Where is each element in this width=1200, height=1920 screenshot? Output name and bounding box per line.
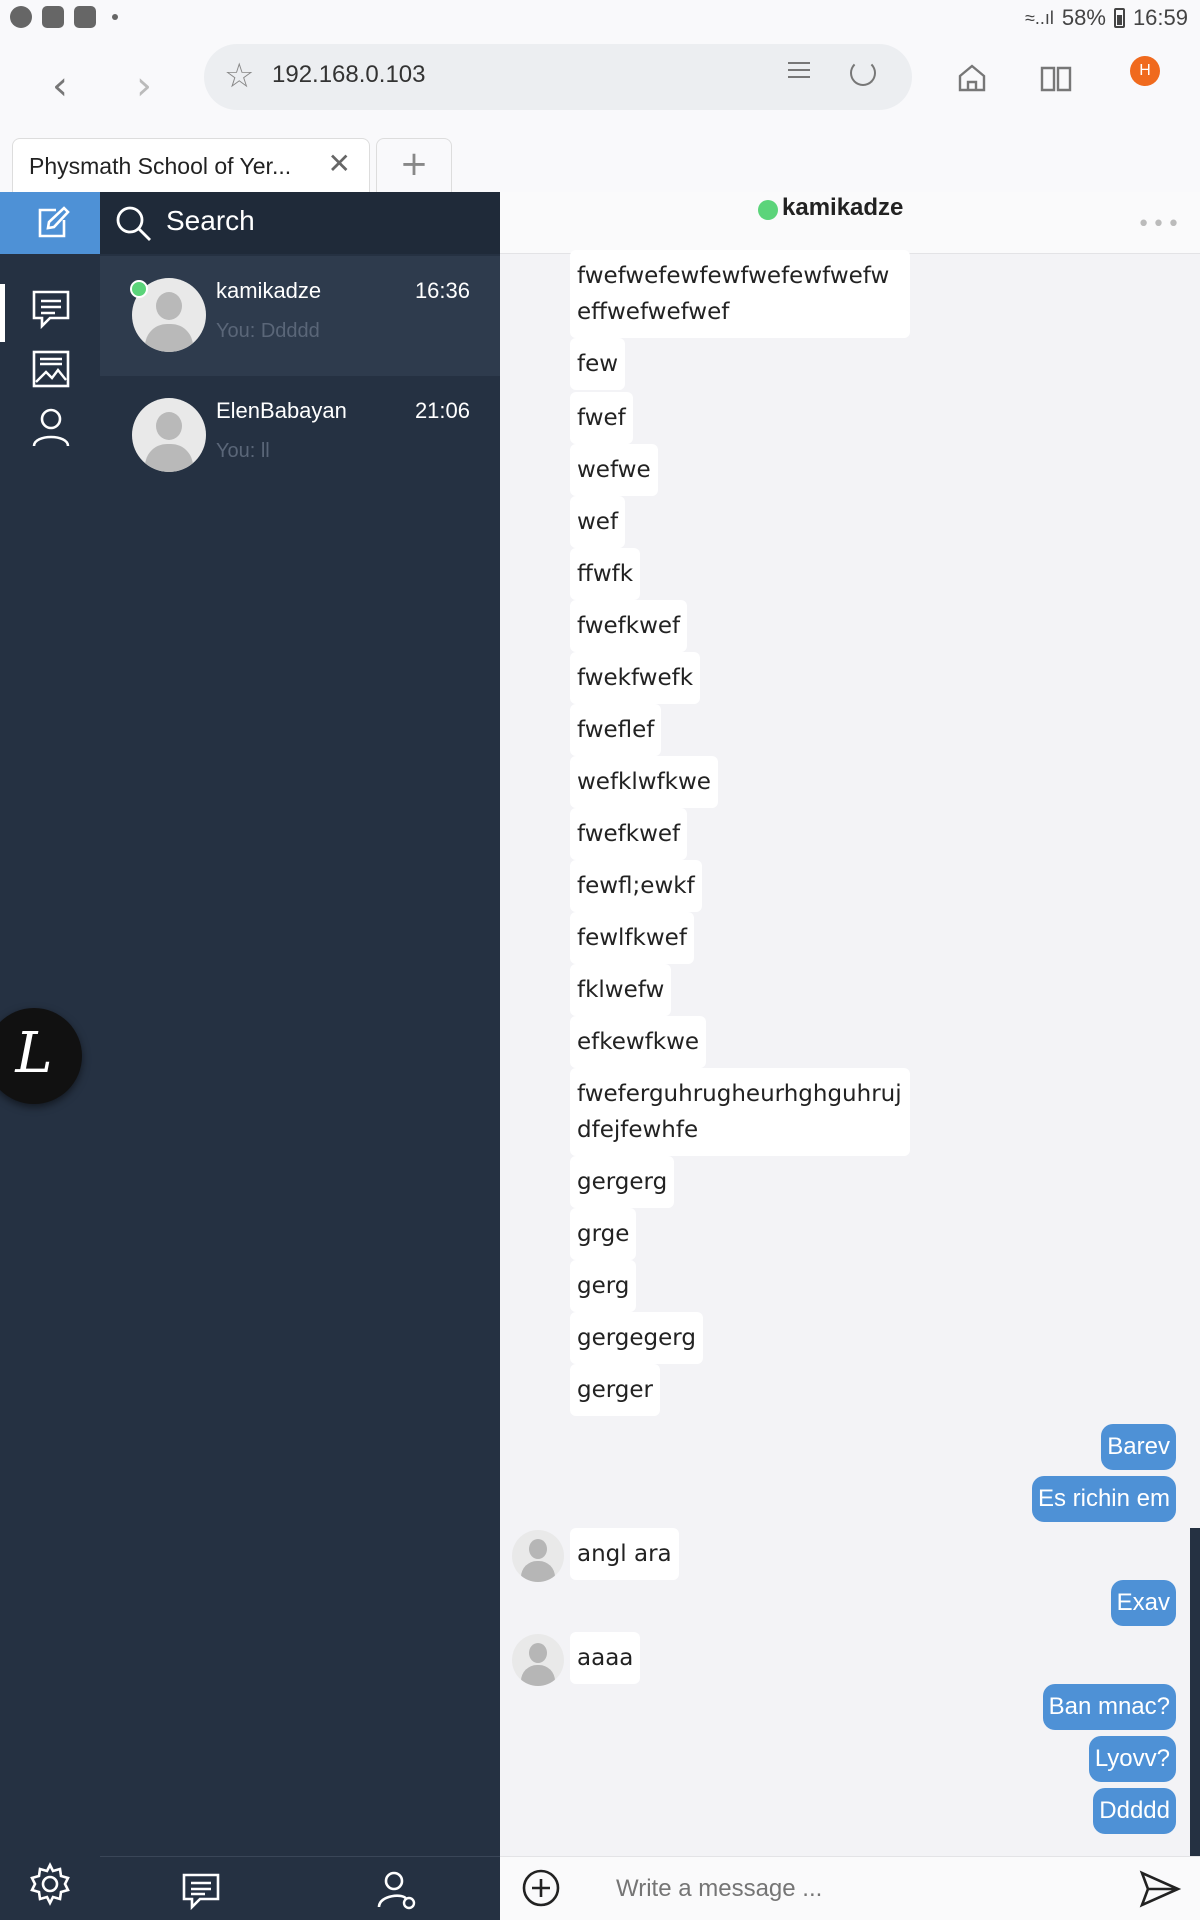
chats-icon[interactable]: [30, 288, 72, 330]
search-field[interactable]: Search: [100, 192, 500, 254]
incoming-message: gerger: [570, 1364, 661, 1416]
messenger-icon: [10, 6, 32, 28]
battery-icon: [1113, 8, 1125, 28]
incoming-message: gergegerg: [570, 1312, 703, 1364]
profile-icon[interactable]: H: [1130, 56, 1160, 86]
compose-icon: [38, 206, 70, 238]
incoming-message: few: [570, 338, 626, 390]
search-label: Search: [166, 205, 255, 236]
url-text[interactable]: 192.168.0.103: [272, 61, 425, 89]
wifi-signal-icon: ≈..ıl: [1025, 7, 1054, 28]
incoming-message: fewfl;ewkf: [570, 860, 702, 912]
last-message-preview: You: ll: [216, 440, 270, 462]
incoming-message: wefklwfkwe: [570, 756, 718, 808]
floating-app-launcher[interactable]: L: [0, 1008, 82, 1104]
clock: 16:59: [1132, 5, 1188, 30]
incoming-message: fwef: [570, 392, 633, 444]
incoming-message: gergerg: [570, 1156, 675, 1208]
incoming-message: fwefkwef: [570, 600, 688, 652]
reload-icon[interactable]: [850, 60, 876, 86]
incoming-message: aaaa: [570, 1632, 641, 1684]
outgoing-message: Es richin em: [1031, 1476, 1176, 1522]
gallery-icon: [42, 6, 64, 28]
scrollbar[interactable]: [1190, 1528, 1200, 1858]
outgoing-message: Exav: [1110, 1580, 1176, 1626]
online-status-dot: [758, 200, 778, 220]
compose-button[interactable]: [0, 192, 100, 254]
tab-title[interactable]: Physmath School of Yer...: [29, 153, 291, 180]
incoming-message: fwekfwefk: [570, 652, 701, 704]
last-message-time: 16:36: [414, 278, 470, 303]
incoming-message: fwefkwef: [570, 808, 688, 860]
browser-tab[interactable]: Physmath School of Yer... ✕: [12, 138, 370, 192]
incoming-message: angl ara: [570, 1528, 679, 1580]
bookmarks-icon[interactable]: [1036, 58, 1076, 98]
address-bar[interactable]: ☆ 192.168.0.103: [204, 44, 912, 110]
status-bar: ≈..ıl 58% 16:59: [0, 0, 1200, 38]
incoming-message: wef: [570, 496, 626, 548]
more-notifications-icon: [112, 14, 118, 20]
youtube-icon: [74, 6, 96, 28]
tab-strip: Physmath School of Yer... ✕ +: [0, 134, 1200, 192]
more-options-icon[interactable]: •••: [1137, 212, 1182, 237]
settings-gear-icon[interactable]: [28, 1862, 72, 1906]
outgoing-message: Ddddd: [1093, 1788, 1176, 1834]
back-icon[interactable]: ‹: [32, 58, 88, 114]
new-tab-button[interactable]: +: [376, 138, 452, 192]
close-tab-icon[interactable]: ✕: [328, 147, 351, 180]
incoming-message: grge: [570, 1208, 637, 1260]
avatar: [132, 398, 206, 472]
chat-header: kamikadze •••: [500, 192, 1200, 254]
contact-name: kamikadze: [216, 278, 322, 303]
sender-avatar: [512, 1530, 564, 1582]
conversation-item[interactable]: kamikadze 16:36 You: Ddddd: [100, 256, 500, 376]
outgoing-message: Ban mnac?: [1042, 1684, 1176, 1730]
attach-plus-icon[interactable]: [520, 1867, 562, 1909]
message-input[interactable]: [616, 1871, 1056, 1907]
notification-icons: [10, 6, 118, 28]
home-icon[interactable]: [952, 58, 992, 98]
incoming-message: fwefwefewfewfwefewfwefweffwefwefwef: [570, 250, 910, 338]
message-composer: [500, 1856, 1200, 1920]
contacts-icon[interactable]: [30, 406, 72, 448]
bookmark-star-icon[interactable]: ☆: [224, 56, 254, 96]
chat-panel: kamikadze ••• fwefwefewfewfwefewfwefweff…: [500, 192, 1200, 1920]
outgoing-message: Lyovv?: [1088, 1736, 1176, 1782]
online-status-dot: [130, 280, 148, 298]
nav-rail: L: [0, 192, 100, 1920]
gallery-icon[interactable]: [30, 348, 72, 390]
conversation-list: Search kamikadze 16:36 You: Ddddd ElenBa…: [100, 192, 500, 1920]
incoming-message: ffwfk: [570, 548, 641, 600]
incoming-message: gerg: [570, 1260, 637, 1312]
incoming-message: fweferguhrugheurhghguhrujdfejfewhfe: [570, 1068, 910, 1156]
reader-mode-icon[interactable]: [788, 62, 810, 86]
last-message-time: 21:06: [414, 398, 470, 423]
send-icon[interactable]: [1138, 1867, 1182, 1911]
incoming-message: efkewfkwe: [570, 1016, 707, 1068]
chats-tab-icon[interactable]: [180, 1869, 222, 1911]
battery-percent: 58%: [1061, 5, 1106, 30]
list-bottom-bar: [100, 1856, 500, 1920]
add-contact-icon[interactable]: [376, 1869, 418, 1911]
incoming-message: wefwe: [570, 444, 658, 496]
incoming-message: fklwefw: [570, 964, 672, 1016]
active-indicator: [0, 284, 5, 342]
outgoing-message: Barev: [1101, 1424, 1176, 1470]
sender-avatar: [512, 1634, 564, 1686]
incoming-message: fewlfkwef: [570, 912, 694, 964]
conversation-item[interactable]: ElenBabayan 21:06 You: ll: [100, 376, 500, 496]
search-icon: [116, 206, 151, 241]
forward-icon[interactable]: ›: [116, 58, 172, 114]
last-message-preview: You: Ddddd: [216, 320, 320, 342]
chat-title: kamikadze: [782, 194, 904, 221]
contact-name: ElenBabayan: [216, 398, 347, 423]
incoming-message: fweflef: [570, 704, 662, 756]
